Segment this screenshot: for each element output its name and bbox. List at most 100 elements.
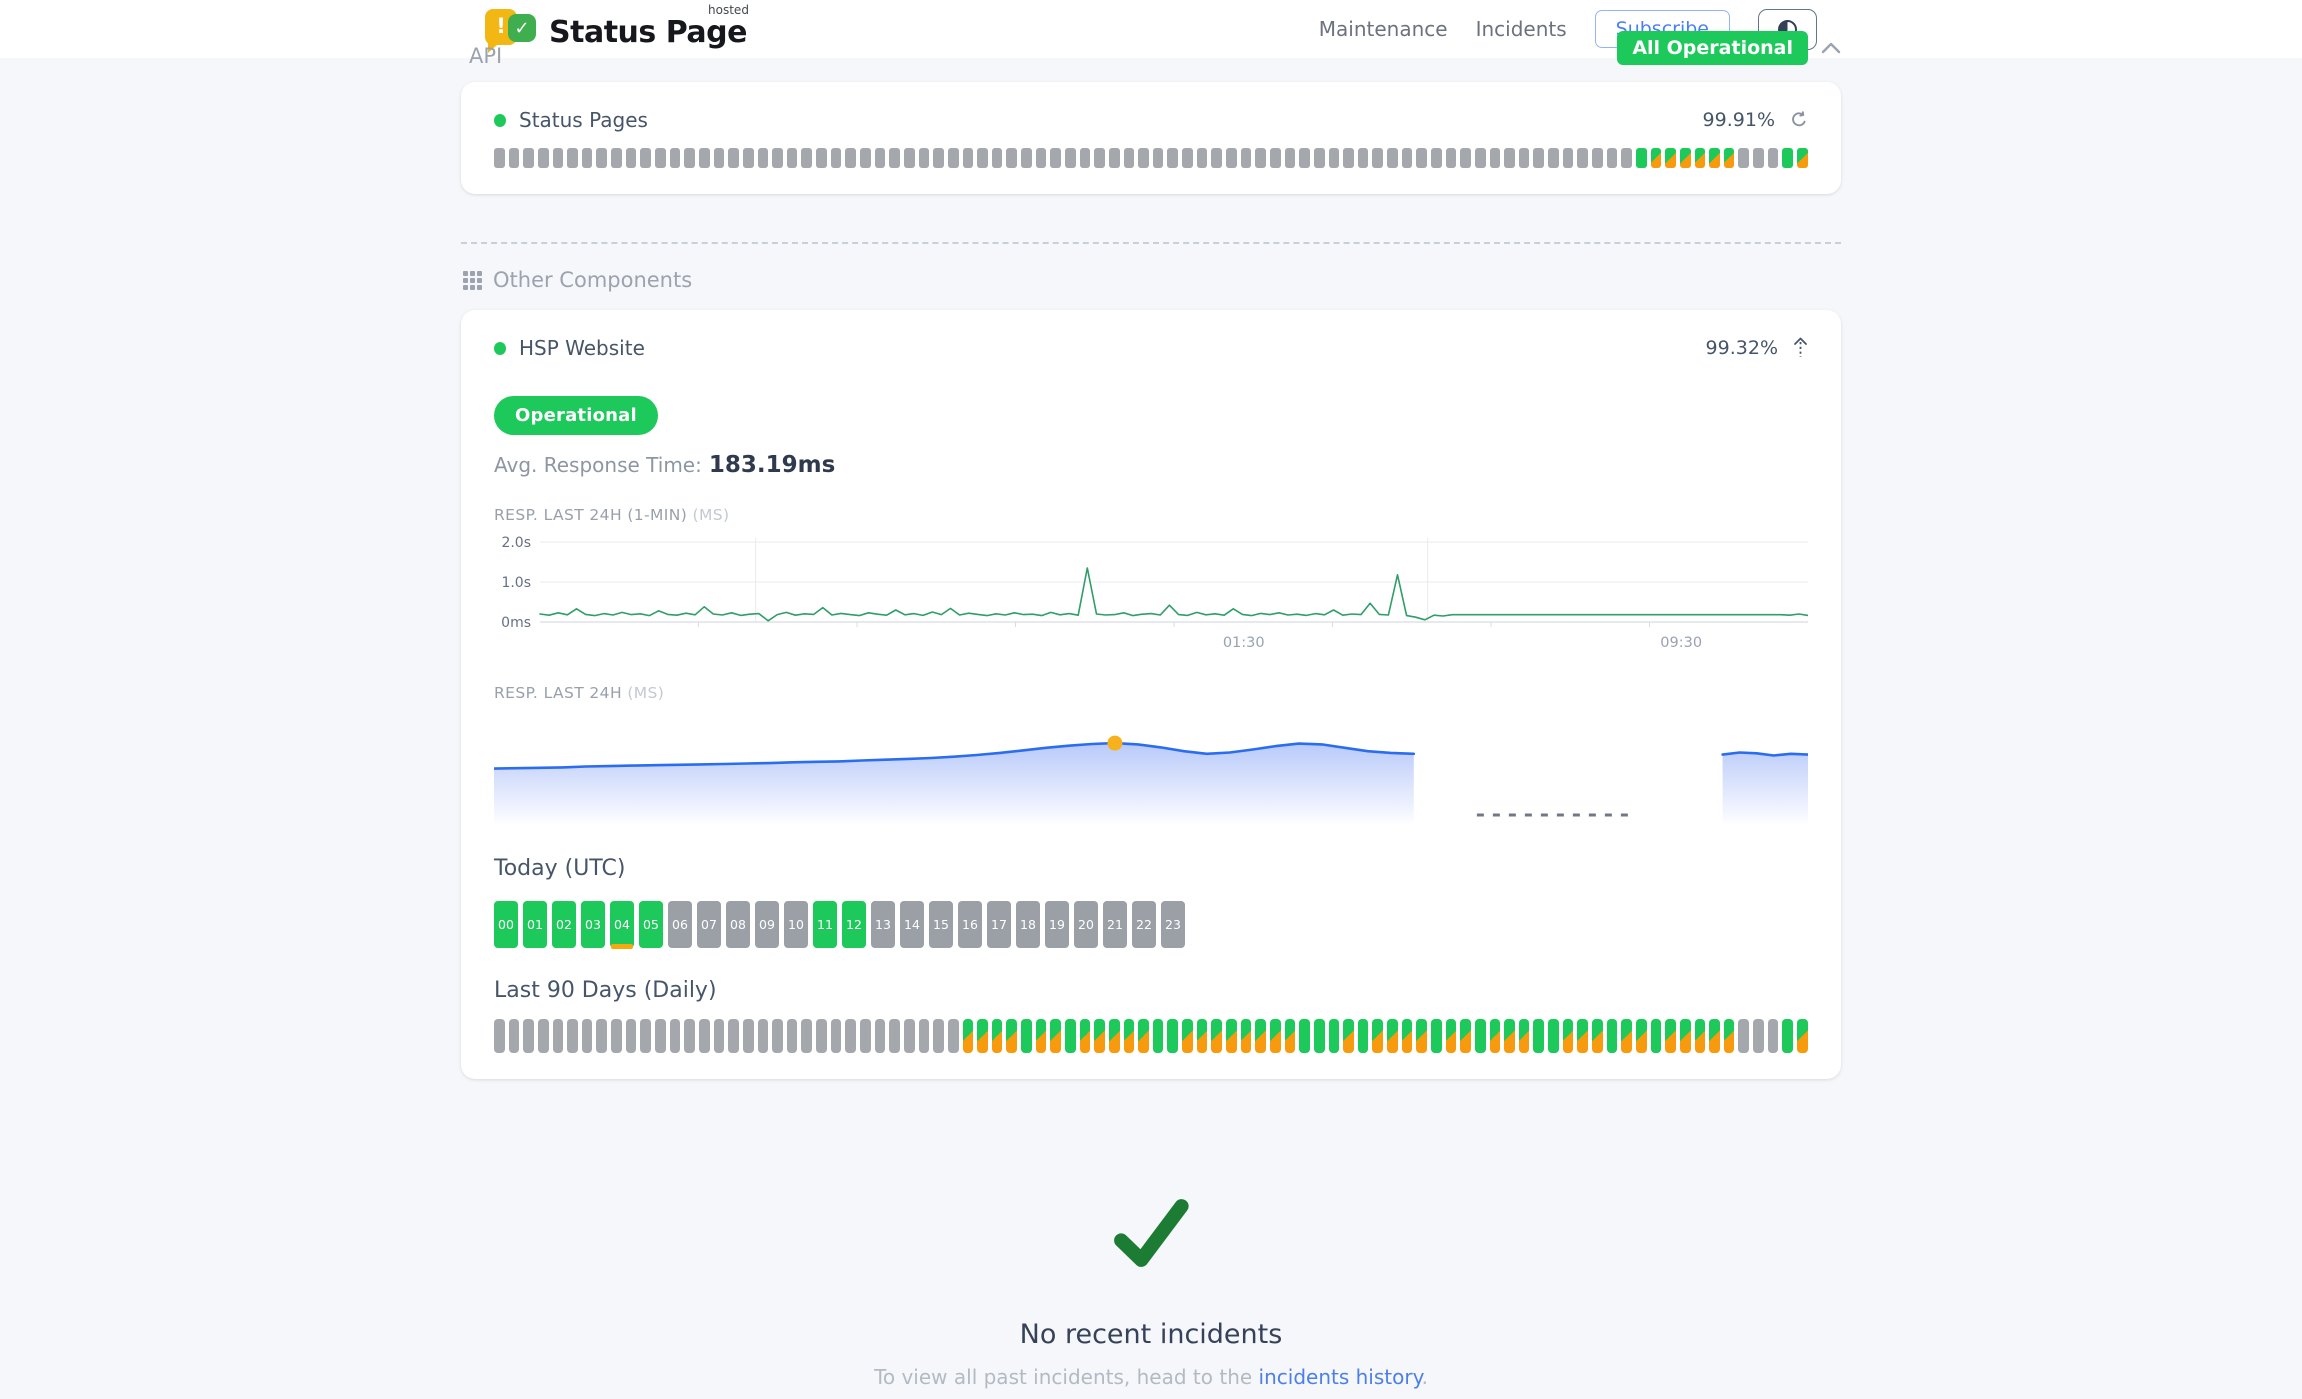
uptime-bar-empty	[919, 1019, 930, 1053]
uptime-bar-empty	[1768, 1019, 1779, 1053]
uptime-bar-empty	[1768, 148, 1779, 168]
uptime-bar-empty	[1329, 148, 1340, 168]
uptime-bar-degraded	[1241, 1019, 1252, 1053]
uptime-bar-empty	[582, 1019, 593, 1053]
uptime-bar-empty	[1738, 1019, 1749, 1053]
uptime-bar-empty	[670, 148, 681, 168]
uptime-bar-empty	[1607, 148, 1618, 168]
uptime-bar-degraded	[1270, 1019, 1281, 1053]
svg-text:01:30: 01:30	[1223, 635, 1265, 651]
uptime-bar-empty	[714, 148, 725, 168]
uptime-bar-up	[1021, 1019, 1032, 1053]
uptime-bar-empty	[1065, 148, 1076, 168]
uptime-bar-empty	[977, 148, 988, 168]
uptime-bar-degraded	[1665, 1019, 1676, 1053]
uptime-bar-empty	[1241, 148, 1252, 168]
today-hour-blocks: 0001020304050607080910111213141516171819…	[494, 901, 1808, 948]
uptime-bar-degraded	[1109, 1019, 1120, 1053]
uptime-bar-empty	[1563, 148, 1574, 168]
nav-maintenance[interactable]: Maintenance	[1319, 17, 1448, 41]
uptime-bar-empty	[1490, 148, 1501, 168]
uptime-bar-empty	[801, 148, 812, 168]
uptime-bar-empty	[670, 1019, 681, 1053]
uptime-bar-empty	[728, 148, 739, 168]
uptime-bar-empty	[1446, 148, 1457, 168]
uptime-bar-empty	[948, 1019, 959, 1053]
uptime-bar-empty	[1387, 148, 1398, 168]
no-incidents-title: No recent incidents	[1020, 1319, 1283, 1350]
uptime-bar-empty	[509, 148, 520, 168]
overall-status-badge[interactable]: All Operational	[1617, 31, 1808, 65]
uptime-bar-up	[1548, 1019, 1559, 1053]
hour-block-17: 17	[987, 901, 1011, 948]
daily-chart-label: RESP. LAST 24H (MS)	[494, 684, 1808, 702]
uptime-bar-up	[1533, 1019, 1544, 1053]
uptime-bar-degraded	[992, 1019, 1003, 1053]
uptime-bar-empty	[772, 148, 783, 168]
uptime-bar-empty	[1270, 148, 1281, 168]
svg-text:0ms: 0ms	[501, 615, 531, 631]
uptime-bar-empty	[553, 148, 564, 168]
uptime-bar-empty	[684, 1019, 695, 1053]
uptime-bar-empty	[831, 1019, 842, 1053]
uptime-bar-up	[1329, 1019, 1340, 1053]
page-content: All Operational API Status Pages 99.91%	[461, 44, 1841, 1399]
components-grid-icon	[463, 271, 482, 290]
incidents-footer-suffix: .	[1422, 1365, 1428, 1389]
hour-block-14: 14	[900, 901, 924, 948]
uptime-bar-up	[1607, 1019, 1618, 1053]
uptime-bar-up	[1065, 1019, 1076, 1053]
uptime-bar-empty	[1094, 148, 1105, 168]
daily-uptime-bars	[494, 1019, 1808, 1053]
avg-response-row: Avg. Response Time:183.19ms	[494, 452, 1808, 478]
uptime-bar-empty	[1138, 148, 1149, 168]
uptime-bar-degraded	[1372, 1019, 1383, 1053]
nav-incidents[interactable]: Incidents	[1476, 17, 1567, 41]
uptime-bar-empty	[655, 148, 666, 168]
uptime-bar-degraded	[1665, 148, 1676, 168]
incidents-history-link[interactable]: incidents history	[1259, 1365, 1422, 1389]
uptime-bar-empty	[758, 1019, 769, 1053]
uptime-bar-empty	[1358, 148, 1369, 168]
uptime-bar-empty	[1577, 148, 1588, 168]
uptime-bar-empty	[655, 1019, 666, 1053]
uptime-bar-up	[1314, 1019, 1325, 1053]
uptime-bar-empty	[1519, 148, 1530, 168]
uptime-bar-empty	[553, 1019, 564, 1053]
uptime-bar-degraded	[1695, 1019, 1706, 1053]
uptime-bar-empty	[640, 148, 651, 168]
uptime-bar-empty	[494, 1019, 505, 1053]
uptime-bar-degraded	[1563, 1019, 1574, 1053]
last-90-days-heading: Last 90 Days (Daily)	[494, 978, 1808, 1003]
uptime-bar-degraded	[1255, 1019, 1266, 1053]
uptime-bar-empty	[1021, 148, 1032, 168]
hour-block-16: 16	[958, 901, 982, 948]
uptime-bar-degraded	[1651, 148, 1662, 168]
uptime-bar-empty	[1050, 148, 1061, 168]
hour-block-05: 05	[639, 901, 663, 948]
uptime-bar-degraded	[963, 1019, 974, 1053]
uptime-bar-empty	[626, 148, 637, 168]
dashed-divider	[461, 242, 1841, 244]
hour-block-10: 10	[784, 901, 808, 948]
uptime-bar-empty	[1124, 148, 1135, 168]
uptime-bar-empty	[1372, 148, 1383, 168]
refresh-icon[interactable]	[1790, 111, 1808, 129]
uptime-bar-empty	[904, 1019, 915, 1053]
brand-superscript: hosted	[708, 3, 749, 17]
uptime-bar-empty	[772, 1019, 783, 1053]
uptime-bar-empty	[1080, 148, 1091, 168]
uptime-bar-empty	[889, 148, 900, 168]
hour-block-21: 21	[1103, 901, 1127, 948]
uptime-bar-empty	[1109, 148, 1120, 168]
uptime-bar-degraded	[1094, 1019, 1105, 1053]
overall-status-area: All Operational	[1617, 31, 1841, 65]
uptime-bar-empty	[728, 1019, 739, 1053]
uptime-bar-empty	[758, 148, 769, 168]
chart-marker-dot	[1107, 736, 1122, 751]
uptime-bar-empty	[1006, 148, 1017, 168]
collapse-chevron-up-icon[interactable]	[1821, 42, 1841, 54]
uptime-bar-degraded	[1709, 148, 1720, 168]
uptime-bar-degraded	[1519, 1019, 1530, 1053]
daily-chart-title: RESP. LAST 24H	[494, 684, 622, 702]
